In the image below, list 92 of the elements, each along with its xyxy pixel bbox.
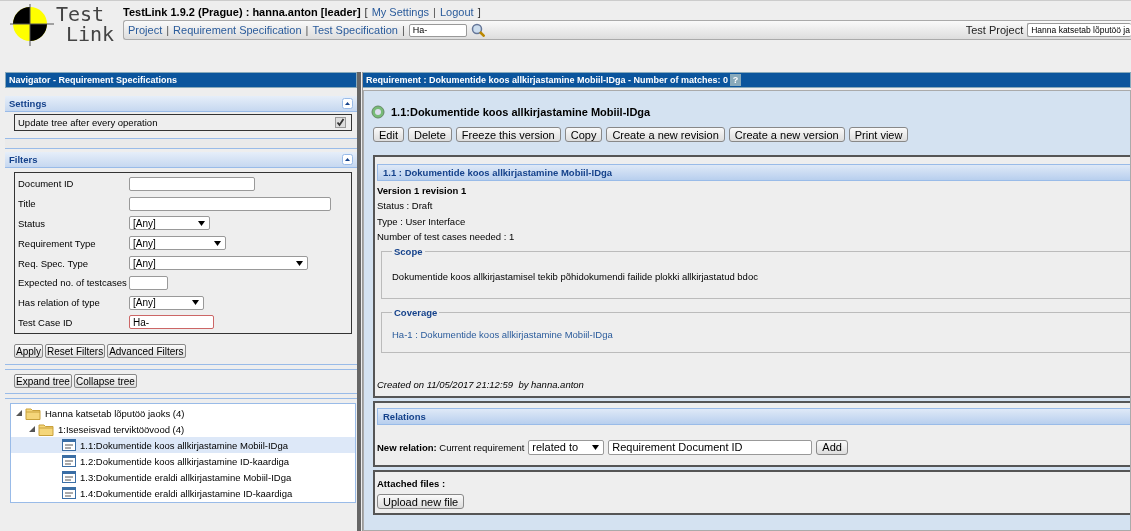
filter-label: Document ID [18,178,75,190]
add-button[interactable]: Add [816,439,848,455]
action-button[interactable]: Print view [848,127,909,142]
property-text: Status : Draft [377,199,434,214]
attachments-title: Attached files : [377,477,447,492]
expanded-icon[interactable] [29,425,36,433]
action-button[interactable]: Freeze this version [455,127,561,142]
section-title: Filters [9,154,38,165]
tree-item[interactable]: 1.1:Dokumentide koos allkirjastamine Mobiil-IDga [11,437,355,453]
nav-link[interactable]: Project [128,24,163,36]
action-button[interactable]: Create a new revision [606,127,725,142]
select-field[interactable]: [Any] [129,236,226,251]
user-title: TestLink 1.9.2 (Prague) : hanna.anton [leader] [123,5,361,18]
nav-link[interactable]: Test Specification [312,24,398,36]
tree-item[interactable]: 1.2:Dokumentide koos allkirjastamine ID-kaardiga [11,453,355,469]
document-icon [62,471,76,483]
filter-button[interactable]: Reset Filters [45,344,106,358]
filter-label: Expected no. of testcases [18,277,128,289]
filter-label: Status [18,218,46,229]
bracket: [ [364,5,368,18]
separator: | [166,24,170,36]
logo-icon [10,4,54,46]
filter-label: Has relation of type [18,297,101,309]
document-icon [62,439,76,451]
caret-icon [191,299,200,307]
action-button[interactable]: Edit [373,127,404,142]
bracket: ] [477,5,481,18]
separator: | [402,24,405,36]
filter-label: Req. Spec. Type [18,257,90,269]
tree-item[interactable]: 1.4:Dokumentide eraldi allkirjastamine ID-kaardiga [11,485,355,501]
document-icon [62,487,76,499]
input-field[interactable] [129,176,255,191]
input-field[interactable] [129,275,168,290]
header-link[interactable]: My Settings [371,5,430,18]
action-button[interactable]: Delete [407,127,452,142]
filter-label: Title [18,198,37,210]
group-title: Scope [393,246,424,258]
filter-label: Test Case ID [18,316,74,328]
folder-icon [38,422,54,436]
tree-button[interactable]: Expand tree [14,374,72,388]
detail-header: 1.1 : Dokumentide koos allkirjastamine Mobiil-IDga [377,164,1130,181]
setting-label: Update tree after every operation [18,117,158,128]
logo-text: Link [65,24,115,44]
scope-text: Dokumentide koos allkirjastamisel tekib põhidokumendi failide plokki allkirjastatud bdoc [392,270,759,285]
filter-label: Requirement Type [18,237,97,249]
project-select[interactable]: Hanna katsetab lõputöö ja [1027,23,1131,37]
select-field[interactable]: [Any] [129,216,210,231]
tree-item[interactable]: Hanna katsetab lõputöö jaoks (4) [11,405,355,421]
caret-icon [213,239,222,247]
action-button[interactable]: Copy [564,127,603,142]
collapse-icon[interactable] [342,154,353,165]
caret-icon [591,443,601,451]
filter-button[interactable]: Apply [14,344,43,358]
separator: | [433,5,436,18]
relation-label: New relation: Current requirement [377,441,525,453]
collapse-icon[interactable] [342,98,353,109]
input-field[interactable] [129,196,331,211]
expanded-icon[interactable] [16,409,23,417]
tree-item[interactable]: 1.3:Dokumentide eraldi allkirjastamine Mobiil-IDga [11,469,355,485]
document-icon [62,455,76,467]
relation-select[interactable]: related to [528,439,605,455]
nav-link[interactable]: Requirement Specification [173,24,302,36]
folder-icon [25,406,41,420]
group-title: Coverage [393,307,439,319]
caret-icon [197,220,206,227]
version-text: Version 1 revision 1 [377,184,468,199]
created-text: Created on 11/05/2017 21:12:59 by hanna.anton [377,377,585,392]
logo-text: Test [56,4,106,24]
section-title: Settings [9,98,47,109]
upload-button[interactable]: Upload new file [377,494,465,510]
panel-title-bar: Navigator - Requirement Specifications [5,72,357,88]
select-field[interactable]: [Any] [129,295,204,310]
input-field[interactable]: Ha- [129,315,214,330]
search-field[interactable]: Ha- [408,23,467,37]
panel-title-bar: Requirement : Dokumentide koos allkirjastamine Mobiil-IDga - Number of matches: 0 ? [363,72,1131,88]
select-field[interactable]: [Any] [129,256,308,271]
search-icon[interactable] [470,23,485,37]
property-text: Type : User Interface [377,214,467,229]
requirement-heading: 1.1:Dokumentide koos allkirjastamine Mobiil-IDga [391,106,651,118]
property-text: Number of test cases needed : 1 [377,230,516,245]
separator: | [305,24,309,36]
relations-header: Relations [377,408,1130,426]
filter-button[interactable]: Advanced Filters [107,344,186,358]
input-field[interactable]: Requirement Document ID [608,439,813,455]
tree-button[interactable]: Collapse tree [73,374,137,388]
header-link[interactable]: Logout [439,5,474,18]
coverage-link[interactable]: Ha-1 : Dokumentide koos allkirjastamine Mobiil-IDga [392,326,1118,342]
project-label: Test Project [965,24,1024,36]
action-button[interactable]: Create a new version [728,127,845,142]
checkbox[interactable] [335,117,346,128]
caret-icon [295,259,304,267]
tree-item[interactable]: 1:Iseseisvad terviktöövood (4) [11,421,355,437]
